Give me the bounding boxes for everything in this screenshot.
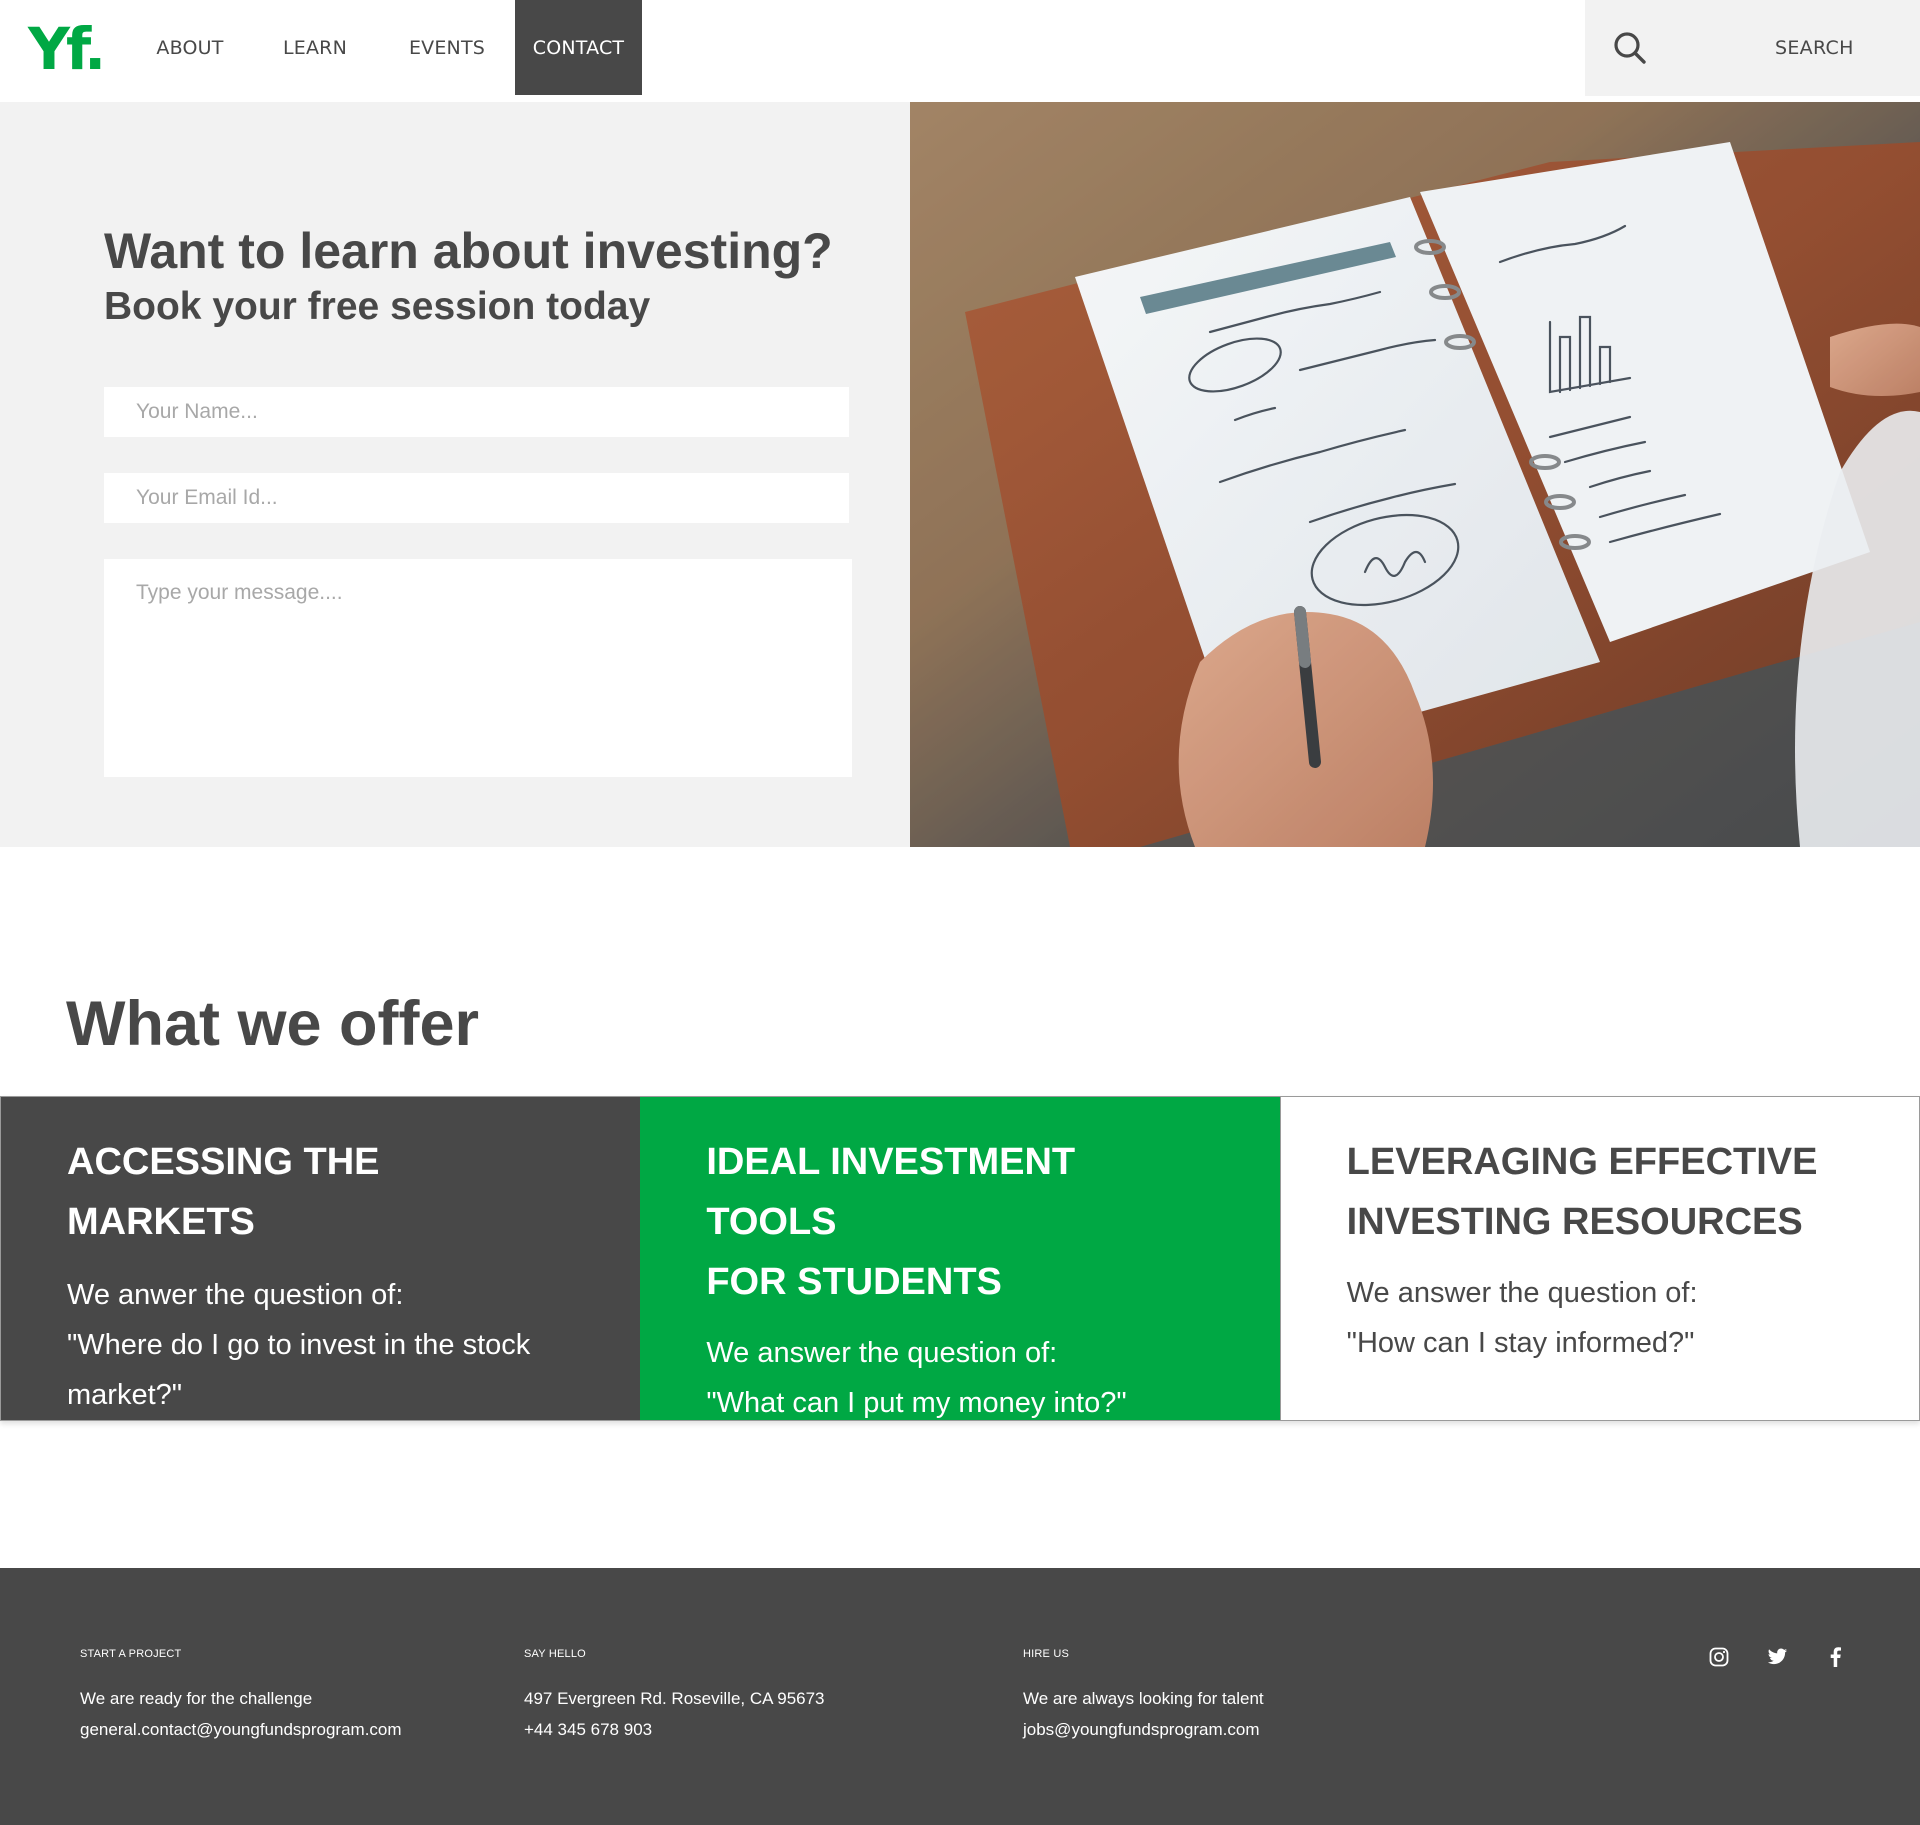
footer-text: We are ready for the challenge (80, 1689, 313, 1708)
logo-dot: . (84, 15, 106, 83)
search-label: SEARCH (1775, 37, 1854, 59)
offer-card-line: We answer the question of: (706, 1337, 1058, 1369)
footer-heading: SAY HELLO (524, 1648, 586, 1660)
facebook-icon[interactable] (1824, 1646, 1846, 1668)
email-field[interactable] (104, 473, 849, 523)
notebook-planning-photo (910, 102, 1920, 847)
footer-column-hire: HIRE US We are always looking for talent… (1023, 1648, 1264, 1745)
offer-card-body: We anwer the question of: "Where do I go… (67, 1270, 574, 1420)
logo-text: Yf (28, 15, 88, 83)
offer-card-line: We anwer the question of: (67, 1279, 404, 1311)
hero-subtitle: Book your free session today (104, 285, 651, 328)
offer-card-title: ACCESSING THE MARKETS (67, 1141, 380, 1243)
instagram-icon[interactable] (1708, 1646, 1730, 1668)
offer-card-line: "What can I put my money into?" (706, 1387, 1127, 1419)
section-title-offer: What we offer (66, 989, 480, 1059)
nav-item-learn[interactable]: LEARN (251, 0, 379, 95)
name-field[interactable] (104, 387, 849, 437)
offer-card-line: market?" (67, 1379, 183, 1411)
message-field[interactable] (104, 559, 852, 777)
footer-column-project: START A PROJECT We are ready for the cha… (80, 1648, 402, 1745)
offer-card-title-line: IDEAL INVESTMENT TOOLS (706, 1141, 1076, 1243)
hero-title: Want to learn about investing? (104, 223, 833, 279)
nav-item-about[interactable]: ABOUT (129, 0, 251, 95)
nav-item-contact[interactable]: CONTACT (515, 0, 642, 95)
offer-card-title-line: FOR STUDENTS (706, 1261, 1002, 1303)
search-button[interactable]: SEARCH (1585, 0, 1920, 96)
site-footer: START A PROJECT We are ready for the cha… (0, 1568, 1920, 1825)
offer-card-resources[interactable]: LEVERAGING EFFECTIVE INVESTING RESOURCES… (1279, 1097, 1919, 1420)
hero-image (910, 102, 1920, 847)
offer-card-line: We answer the question of: (1346, 1277, 1698, 1309)
twitter-icon[interactable] (1766, 1646, 1788, 1668)
offer-card-title: LEVERAGING EFFECTIVE INVESTING RESOURCES (1347, 1132, 1853, 1252)
social-links (1708, 1646, 1846, 1668)
footer-column-hello: SAY HELLO 497 Evergreen Rd. Roseville, C… (524, 1648, 825, 1745)
offer-card-markets[interactable]: ACCESSING THE MARKETS We anwer the quest… (1, 1097, 641, 1420)
site-header: Yf. ABOUT LEARN EVENTS CONTACT SEARCH (0, 0, 1920, 96)
footer-email-link[interactable]: general.contact@youngfundsprogram.com (80, 1714, 402, 1745)
search-icon (1614, 32, 1646, 64)
nav-item-events[interactable]: EVENTS (379, 0, 515, 95)
offer-card-body: We answer the question of: "What can I p… (706, 1328, 1213, 1428)
offer-card-title-line: INVESTING RESOURCES (1346, 1201, 1803, 1243)
offer-card-line: "How can I stay informed?" (1346, 1327, 1695, 1359)
offer-cards: ACCESSING THE MARKETS We anwer the quest… (0, 1096, 1920, 1421)
offer-card-title: IDEAL INVESTMENT TOOLS FOR STUDENTS (706, 1132, 1213, 1312)
footer-address: 497 Evergreen Rd. Roseville, CA 95673 (524, 1689, 825, 1708)
footer-heading: HIRE US (1023, 1648, 1070, 1660)
offer-card-tools[interactable]: IDEAL INVESTMENT TOOLS FOR STUDENTS We a… (640, 1097, 1280, 1420)
footer-text: We are always looking for talent (1023, 1689, 1264, 1708)
offer-card-body: We answer the question of: "How can I st… (1347, 1268, 1853, 1368)
offer-card-title-line: LEVERAGING EFFECTIVE (1346, 1141, 1818, 1183)
main-nav: ABOUT LEARN EVENTS CONTACT (129, 0, 642, 95)
brand-logo[interactable]: Yf. (28, 14, 106, 84)
offer-card-line: "Where do I go to invest in the stock (67, 1329, 531, 1361)
footer-email-link[interactable]: jobs@youngfundsprogram.com (1023, 1714, 1264, 1745)
footer-heading: START A PROJECT (80, 1648, 182, 1660)
footer-phone-link[interactable]: +44 345 678 903 (524, 1714, 825, 1745)
